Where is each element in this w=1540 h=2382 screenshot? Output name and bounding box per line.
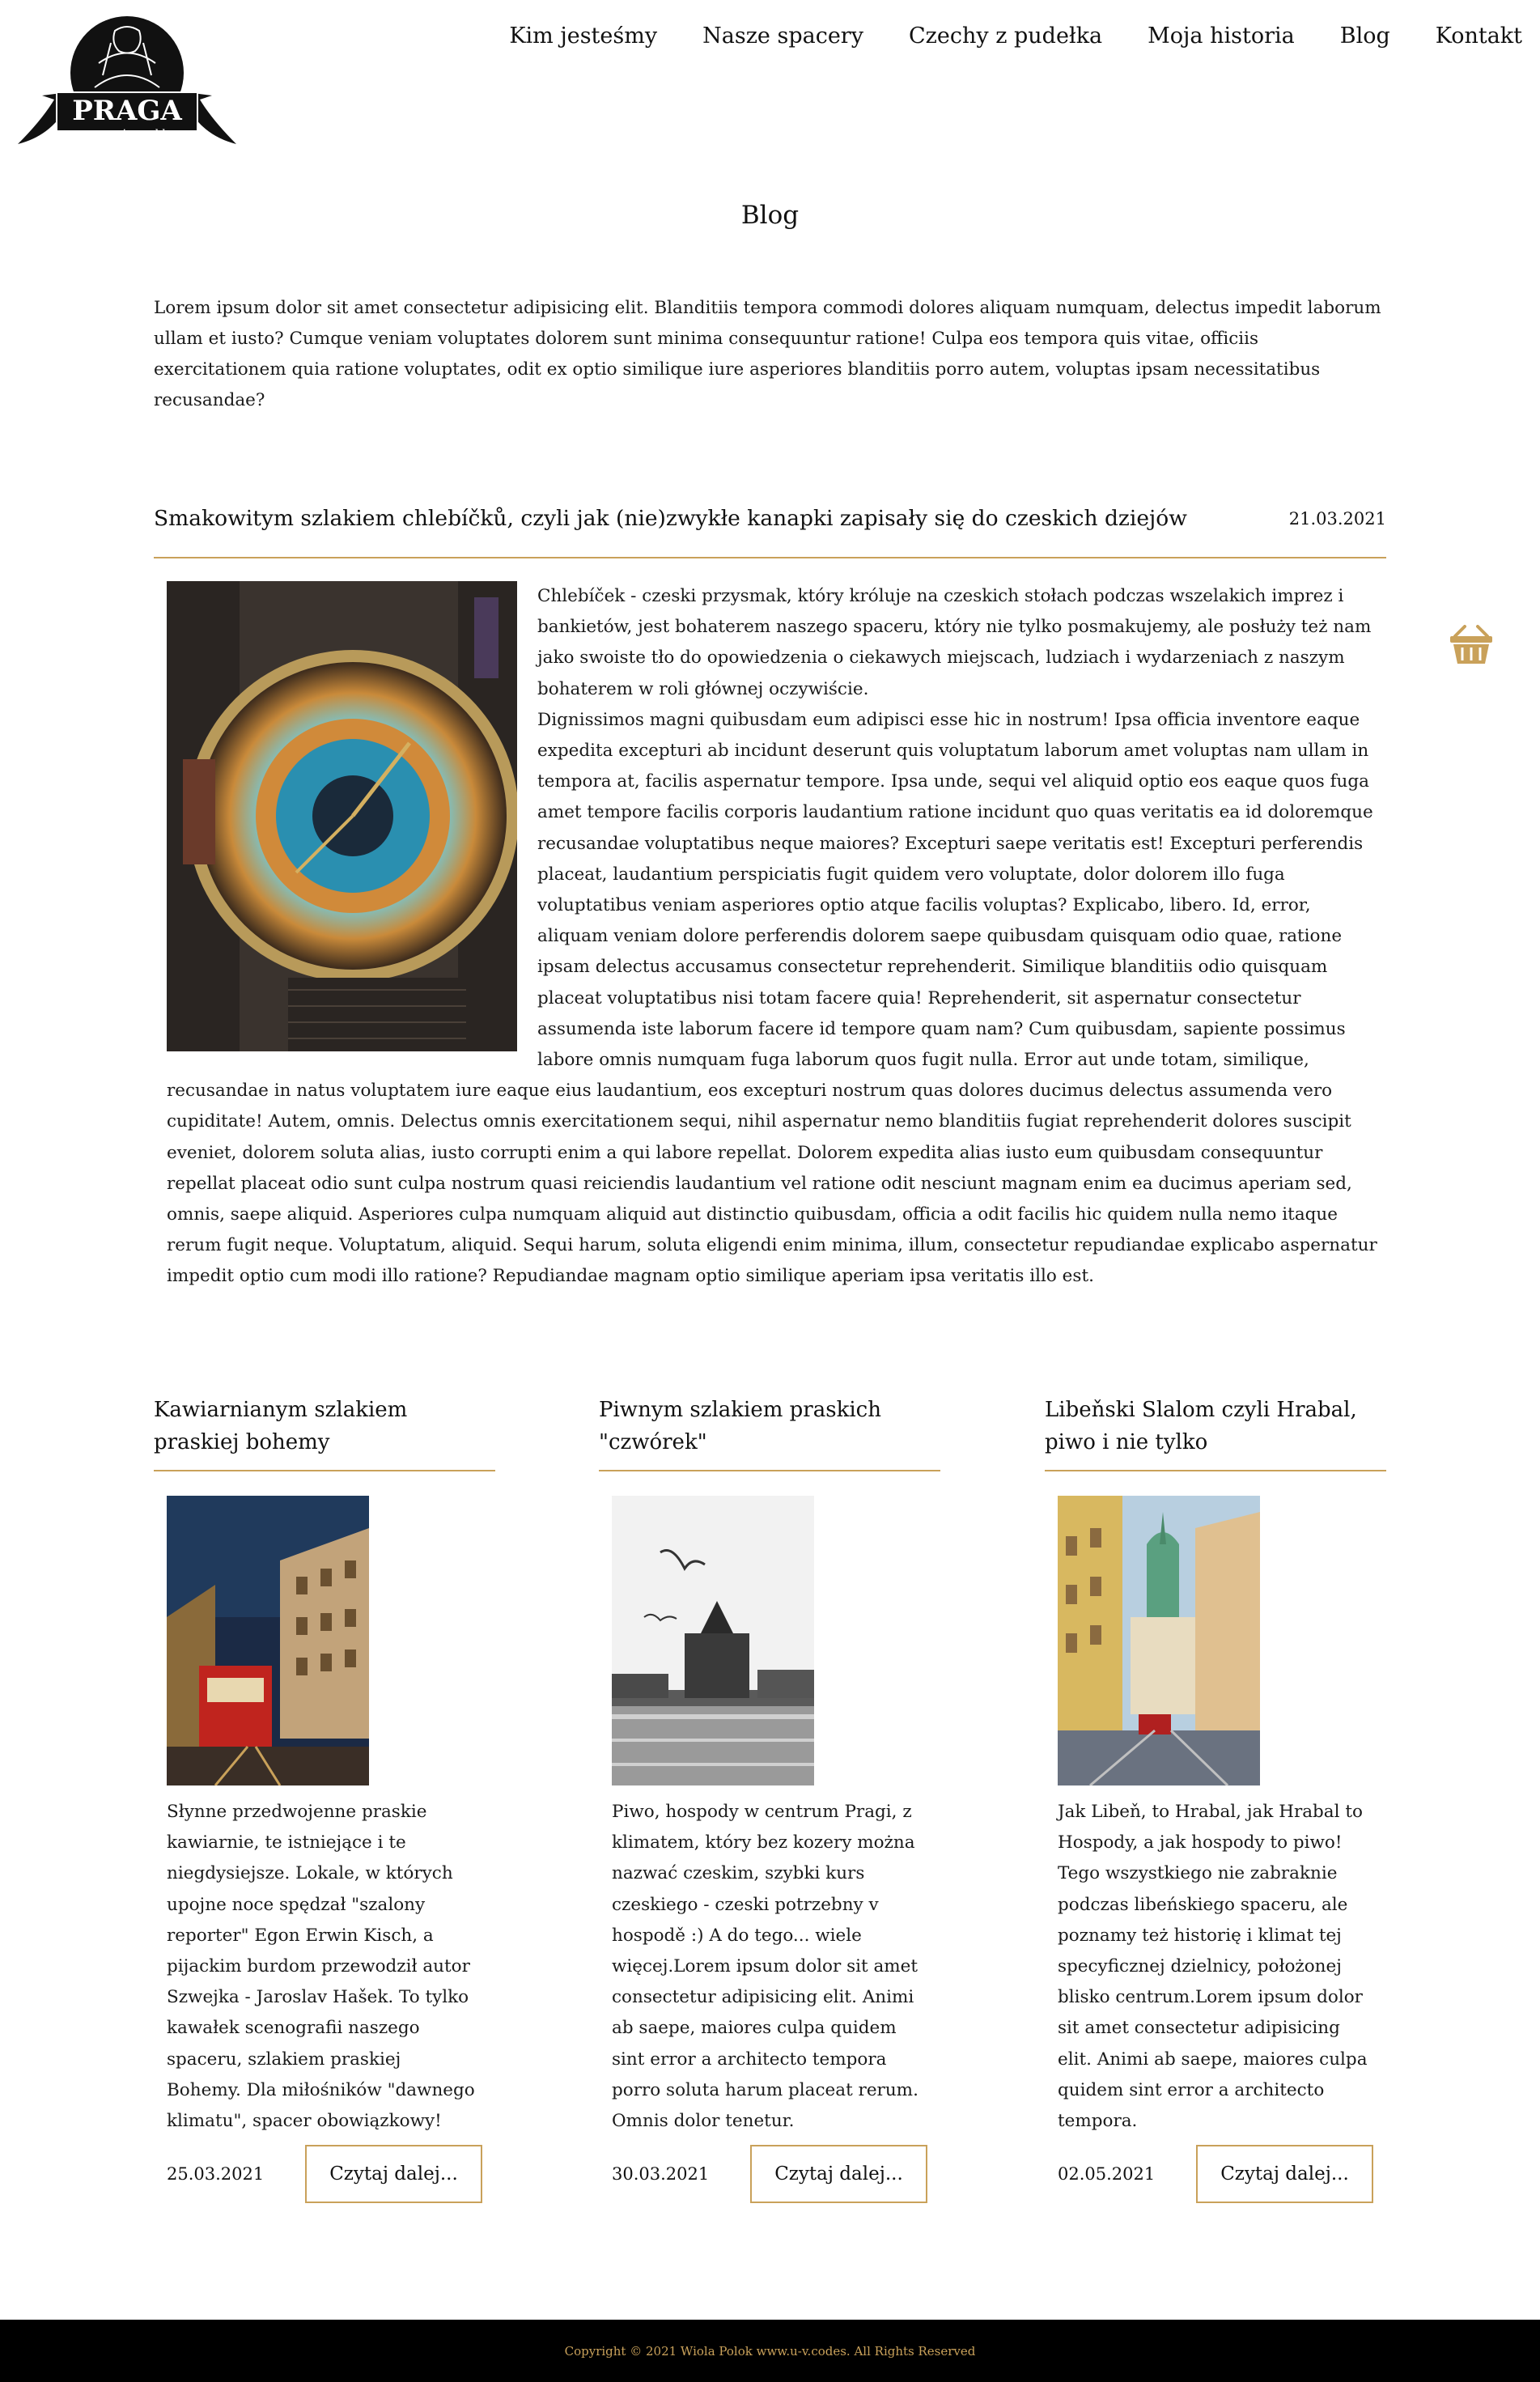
blog-card-text: Jak Libeň, to Hrabal, jak Hrabal to Hosp… <box>1058 1802 1368 2132</box>
intro-text: Lorem ipsum dolor sit amet consectetur a… <box>154 298 1381 410</box>
blog-card-footer: 25.03.2021 Czytaj dalej... <box>167 2145 482 2203</box>
read-more-button[interactable]: Czytaj dalej... <box>1196 2145 1373 2203</box>
logo-text: PRAGA <box>72 95 182 127</box>
blog-card-text: Słynne przedwojenne praskie kawiarnie, t… <box>167 1802 475 2132</box>
blog-card-title[interactable]: Piwnym szlakiem praskich "czwórek" <box>599 1394 940 1471</box>
nav-item-kontakt[interactable]: Kontakt <box>1436 19 1522 53</box>
blog-card-footer: 30.03.2021 Czytaj dalej... <box>612 2145 927 2203</box>
nav-item-kim-jestesmy[interactable]: Kim jesteśmy <box>509 19 657 53</box>
copyright-text: Copyright © 2021 Wiola Polok www.u-v.cod… <box>564 2343 976 2359</box>
logo[interactable]: PRAGA niezwykła <box>18 15 236 151</box>
blog-card-title[interactable]: Libeňski Slalom czyli Hrabal, piwo i nie… <box>1045 1394 1386 1471</box>
basket-icon[interactable] <box>1449 625 1494 665</box>
page-title: Blog <box>740 201 800 230</box>
tram-street-image <box>167 1496 369 1785</box>
nav-item-moja-historia[interactable]: Moja historia <box>1148 19 1295 53</box>
blog-card-footer: 02.05.2021 Czytaj dalej... <box>1058 2145 1373 2203</box>
read-more-button[interactable]: Czytaj dalej... <box>305 2145 482 2203</box>
logo-emblem: PRAGA niezwykła <box>18 16 236 144</box>
blog-card-date: 02.05.2021 <box>1058 2164 1156 2184</box>
featured-post-header: Smakowitym szlakiem chlebíčků, czyli jak… <box>154 500 1386 558</box>
featured-post-date: 21.03.2021 <box>1288 509 1386 529</box>
logo-subtext: niezwykła <box>115 128 172 141</box>
church-street-image <box>1058 1496 1260 1785</box>
astronomical-clock-image <box>167 581 517 1051</box>
blog-card-text: Piwo, hospody w centrum Pragi, z klimate… <box>612 1802 918 2132</box>
blog-card: Piwnym szlakiem praskich "czwórek" Piwo,… <box>599 1394 940 2203</box>
blog-card-date: 30.03.2021 <box>612 2164 710 2184</box>
featured-post-body: Chlebíček - czeski przysmak, który królu… <box>154 581 1386 1293</box>
blog-card: Libeňski Slalom czyli Hrabal, piwo i nie… <box>1045 1394 1386 2203</box>
nav-item-blog[interactable]: Blog <box>1340 19 1390 53</box>
footer: Copyright © 2021 Wiola Polok www.u-v.cod… <box>0 2320 1540 2382</box>
nav-item-czechy-z-pudelka[interactable]: Czechy z pudełka <box>909 19 1102 53</box>
nav-item-nasze-spacery[interactable]: Nasze spacery <box>702 19 863 53</box>
read-more-button[interactable]: Czytaj dalej... <box>750 2145 927 2203</box>
featured-post: Smakowitym szlakiem chlebíčků, czyli jak… <box>154 500 1386 1293</box>
blog-card: Kawiarnianym szlakiem praskiej bohemy Sł… <box>154 1394 495 2203</box>
seagulls-river-image <box>612 1496 814 1785</box>
blog-card-title[interactable]: Kawiarnianym szlakiem praskiej bohemy <box>154 1394 495 1471</box>
main-nav: Kim jesteśmy Nasze spacery Czechy z pude… <box>509 19 1522 53</box>
featured-post-title[interactable]: Smakowitym szlakiem chlebíčků, czyli jak… <box>154 499 1187 538</box>
blog-card-date: 25.03.2021 <box>167 2164 265 2184</box>
